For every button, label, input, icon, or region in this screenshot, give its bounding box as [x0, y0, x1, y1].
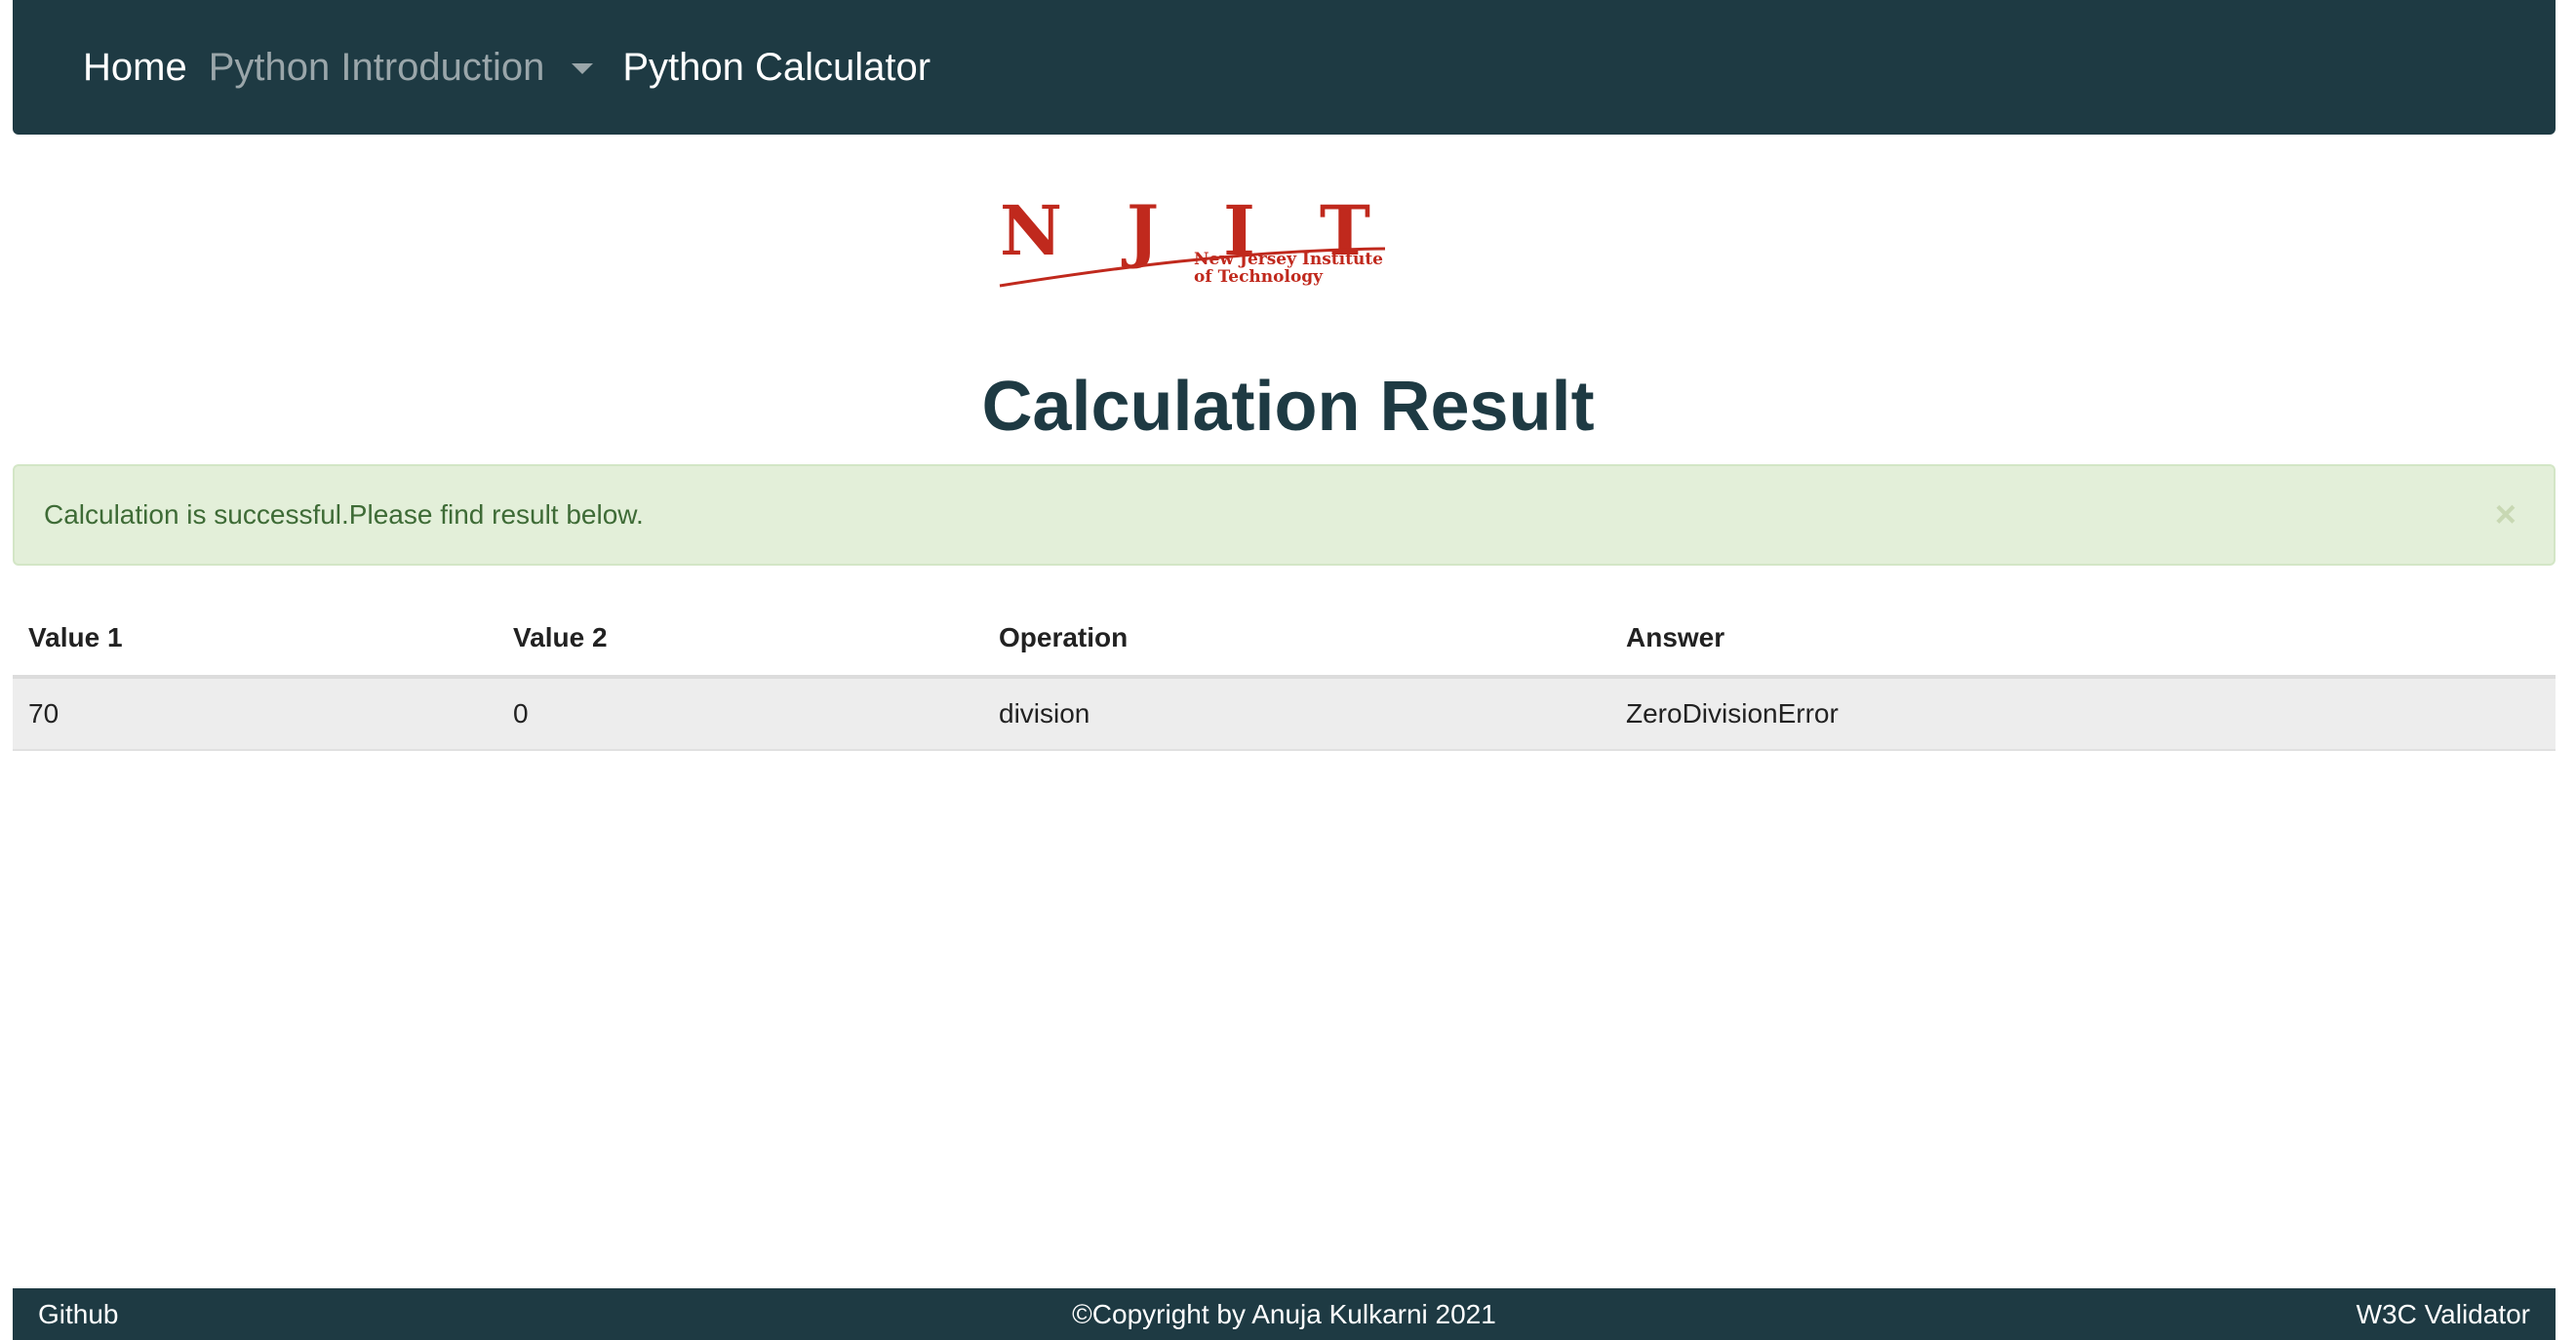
- table-cell-answer: ZeroDivisionError: [1610, 677, 2556, 751]
- logo-line1: New Jersey Institute: [1194, 250, 1383, 269]
- footer: Github ©Copyright by Anuja Kulkarni 2021…: [13, 1288, 2556, 1340]
- column-header: Operation: [983, 600, 1610, 679]
- page: Home Python Introduction Python Calculat…: [0, 0, 2576, 1340]
- nav-calculator-link[interactable]: Python Calculator: [622, 46, 931, 90]
- nav-python-intro-dropdown[interactable]: Python Introduction: [209, 46, 594, 90]
- navbar: Home Python Introduction Python Calculat…: [13, 0, 2556, 135]
- logo-line2: of Technology: [1194, 267, 1324, 287]
- success-alert: Calculation is successful.Please find re…: [13, 464, 2556, 566]
- column-header: Value 1: [13, 600, 497, 679]
- close-icon[interactable]: ×: [2495, 496, 2517, 533]
- column-header: Answer: [1610, 600, 2556, 679]
- copyright-wrapper: ©Copyright by Anuja Kulkarni 2021: [13, 1299, 2556, 1330]
- njit-logo: N J I T New Jersey Institute of Technolo…: [999, 200, 1386, 288]
- page-title: Calculation Result: [981, 368, 1595, 446]
- result-table: Value 1 Value 2 Operation Answer 70 0 di…: [13, 600, 2556, 751]
- alert-message: Calculation is successful.Please find re…: [44, 499, 644, 530]
- w3c-validator-link[interactable]: W3C Validator: [2357, 1299, 2530, 1330]
- github-link[interactable]: Github: [38, 1299, 119, 1330]
- column-header: Value 2: [497, 600, 983, 679]
- nav-home-link[interactable]: Home: [83, 46, 187, 90]
- copyright-text: ©Copyright by Anuja Kulkarni 2021: [1072, 1298, 1496, 1329]
- table-row: 70 0 division ZeroDivisionError: [13, 677, 2556, 751]
- table-cell-operation: division: [983, 677, 1610, 751]
- table-cell-value1: 70: [13, 677, 497, 751]
- table-header-row: Value 1 Value 2 Operation Answer: [13, 600, 2556, 679]
- nav-python-intro-link[interactable]: Python Introduction: [209, 46, 545, 90]
- table-cell-value2: 0: [497, 677, 983, 751]
- chevron-down-icon[interactable]: [572, 62, 594, 74]
